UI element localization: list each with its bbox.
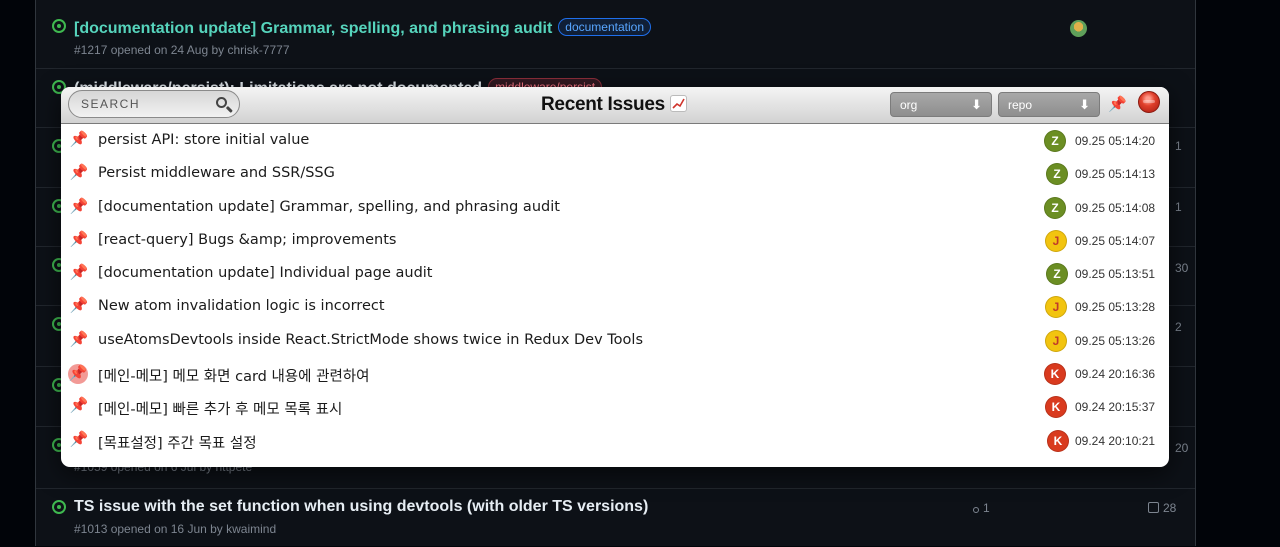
pin-icon[interactable]: 📌 — [68, 364, 88, 385]
chevron-down-icon: ⬇ — [971, 97, 982, 112]
issue-timestamp: 09.24 20:15:37 — [1075, 400, 1156, 415]
comment-count[interactable]: 20 — [1175, 441, 1188, 455]
issue-timestamp: 09.24 20:16:36 — [1075, 367, 1156, 382]
author-avatar: K — [1047, 429, 1069, 452]
issue-title-link[interactable]: TS issue with the set function when usin… — [74, 498, 648, 516]
pin-icon[interactable]: 📌 — [69, 130, 89, 150]
author-avatar: Z — [1046, 263, 1068, 286]
pin-icon[interactable]: 📌 — [69, 230, 89, 250]
recent-issue-title[interactable]: [메인-메모] 빠른 추가 후 메모 목록 표시 — [98, 398, 342, 419]
author-avatar: J — [1045, 229, 1067, 252]
comment-count-value: 30 — [1175, 261, 1189, 275]
issue-timestamp: 09.24 20:10:21 — [1075, 433, 1156, 448]
issue-title-link[interactable]: [documentation update] Grammar, spelling… — [74, 18, 652, 38]
comment-count-value: 28 — [1163, 501, 1177, 515]
pin-icon[interactable]: 📌 — [1108, 95, 1128, 115]
comment-count[interactable]: 30 — [1175, 261, 1188, 275]
recent-issue-list: 📌 persist API: store initial value Z 09.25 … — [61, 124, 1169, 457]
issue-row[interactable]: [documentation update] Grammar, spelling… — [36, 0, 1195, 57]
recent-issue-row[interactable]: 📌 [documentation update] Grammar, spellin… — [61, 191, 1169, 224]
pin-icon[interactable]: 📌 — [69, 430, 89, 450]
comment-count[interactable]: 1 — [1175, 200, 1182, 214]
issue-timestamp: 09.25 05:14:13 — [1075, 167, 1156, 182]
org-dropdown[interactable]: org ⬇ — [890, 92, 992, 117]
search-icon[interactable] — [216, 97, 227, 108]
issue-meta: #1013 opened on 16 Jun by kwaimind — [74, 522, 277, 536]
comment-count-value: 1 — [1175, 139, 1182, 153]
comment-count-value: 20 — [1175, 441, 1189, 455]
author-avatar: K — [1044, 363, 1066, 386]
issue-row[interactable]: TS issue with the set function when usin… — [36, 488, 1195, 547]
issue-open-icon — [52, 500, 66, 514]
pin-icon[interactable]: 📌 — [69, 330, 89, 350]
author-avatar: K — [1045, 396, 1067, 419]
recent-issue-title[interactable]: [react-query] Bugs &amp; improvements — [98, 232, 397, 248]
issue-timestamp: 09.25 05:13:28 — [1075, 300, 1156, 315]
recent-issue-title[interactable]: [메인-메모] 메모 화면 card 내용에 관련하여 — [98, 365, 369, 386]
recent-issue-row[interactable]: 📌 useAtomsDevtools inside React.StrictMod… — [61, 324, 1169, 357]
recent-issue-row[interactable]: 📌 [목표설정] 주간 목표 설정 K 09.24 20:10:21 — [61, 424, 1169, 457]
pin-icon[interactable]: 📌 — [69, 396, 89, 416]
recent-issue-title[interactable]: persist API: store initial value — [98, 132, 309, 148]
popup-title-text: Recent Issues — [541, 94, 665, 115]
popup-titlebar: Recent Issues org ⬇ repo ⬇ 📌 — [61, 87, 1169, 124]
linked-pr-count-value: 1 — [983, 501, 990, 515]
recent-issue-title[interactable]: [documentation update] Individual page a… — [98, 265, 432, 281]
recent-issue-row[interactable]: 📌 [react-query] Bugs &amp; improvements J 0… — [61, 224, 1169, 257]
close-button[interactable] — [1138, 91, 1160, 113]
comment-count-value: 2 — [1175, 320, 1182, 334]
recent-issues-popup: Recent Issues org ⬇ repo ⬇ 📌 📌 persist AP… — [61, 87, 1169, 467]
comment-count-value: 1 — [1175, 200, 1182, 214]
recent-issue-row[interactable]: 📌 Persist middleware and SSR/SSG Z 09.25 05… — [61, 157, 1169, 190]
pull-request-icon — [973, 507, 979, 513]
comment-count[interactable]: 1 — [1175, 139, 1182, 153]
author-avatar: Z — [1044, 130, 1066, 152]
pin-icon[interactable]: 📌 — [69, 296, 89, 316]
issue-open-icon — [52, 19, 66, 33]
recent-issue-row[interactable]: 📌 persist API: store initial value Z 09.25 … — [61, 124, 1169, 157]
issue-label-badge[interactable]: documentation — [558, 18, 652, 36]
assignee-avatar[interactable] — [1070, 20, 1087, 37]
issue-meta: #1217 opened on 24 Aug by chrisk-7777 — [74, 43, 290, 57]
recent-issue-row[interactable]: 📌 New atom invalidation logic is incorrec… — [61, 290, 1169, 323]
issue-title-text[interactable]: TS issue with the set function when usin… — [74, 498, 648, 515]
repo-dropdown-label: repo — [1008, 98, 1033, 112]
recent-issue-title[interactable]: New atom invalidation logic is incorrect — [98, 298, 385, 314]
recent-issue-title[interactable]: [documentation update] Grammar, spelling… — [98, 199, 560, 215]
recent-issue-row[interactable]: 📌 [메인-메모] 메모 화면 card 내용에 관련하여 K 09.24 20:16… — [61, 357, 1169, 390]
author-avatar: J — [1045, 296, 1067, 319]
popup-title: Recent Issues — [541, 94, 687, 116]
issue-timestamp: 09.25 05:13:26 — [1075, 333, 1156, 348]
recent-issue-row[interactable]: 📌 [documentation update] Individual page … — [61, 257, 1169, 290]
pin-icon[interactable]: 📌 — [69, 163, 89, 183]
recent-issue-title[interactable]: useAtomsDevtools inside React.StrictMode… — [98, 332, 643, 348]
pin-icon[interactable]: 📌 — [69, 263, 89, 283]
issue-timestamp: 09.25 05:14:07 — [1075, 233, 1156, 248]
recent-issue-row[interactable]: 📌 [메인-메모] 빠른 추가 후 메모 목록 표시 K 09.24 20:15:37 — [61, 390, 1169, 423]
repo-dropdown[interactable]: repo ⬇ — [998, 92, 1100, 117]
pin-icon[interactable]: 📌 — [69, 197, 89, 217]
issue-timestamp: 09.25 05:14:08 — [1075, 200, 1156, 215]
org-dropdown-label: org — [900, 98, 918, 112]
author-avatar: Z — [1044, 196, 1066, 219]
issue-title-text[interactable]: [documentation update] Grammar, spelling… — [74, 20, 552, 37]
search-box[interactable] — [68, 90, 240, 118]
issue-timestamp: 09.25 05:14:20 — [1075, 134, 1156, 148]
search-input[interactable] — [81, 96, 201, 112]
recent-issue-title[interactable]: [목표설정] 주간 목표 설정 — [98, 432, 257, 453]
linked-pr-count[interactable]: 1 — [973, 501, 990, 515]
chart-increasing-icon — [669, 95, 687, 112]
issue-timestamp: 09.25 05:13:51 — [1075, 267, 1156, 282]
comment-icon — [1148, 502, 1159, 513]
chevron-down-icon: ⬇ — [1079, 97, 1090, 112]
author-avatar: Z — [1046, 163, 1068, 186]
author-avatar: J — [1045, 329, 1067, 352]
comment-count[interactable]: 2 — [1175, 320, 1182, 334]
recent-issue-title[interactable]: Persist middleware and SSR/SSG — [98, 165, 335, 181]
comment-count[interactable]: 28 — [1148, 501, 1176, 515]
